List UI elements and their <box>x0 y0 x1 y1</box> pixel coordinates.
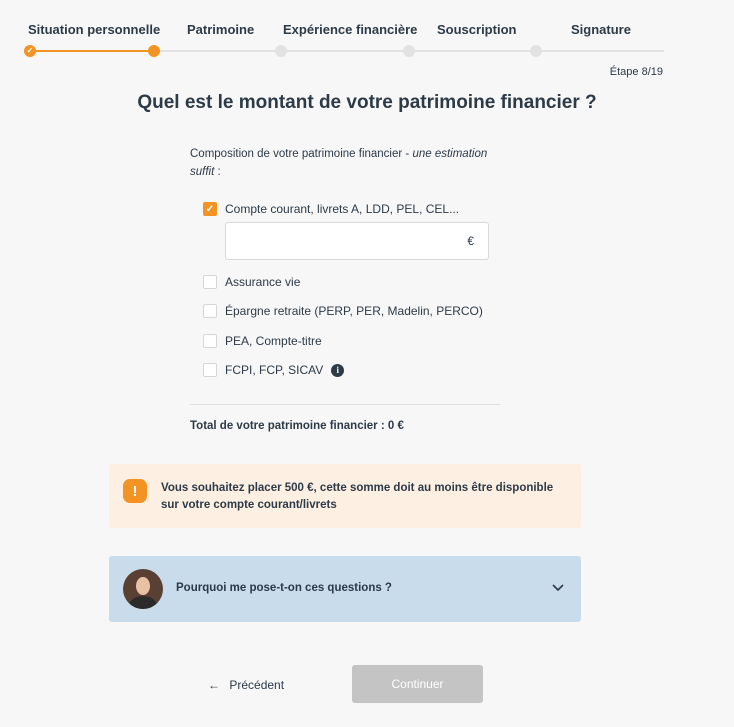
checkbox-compte-courant[interactable]: ✓ <box>203 202 217 216</box>
option-label: FCPI, FCP, SICAV <box>225 363 324 377</box>
step-dot-done-check-icon: ✓ <box>24 45 36 57</box>
step-dot-signature <box>530 45 542 57</box>
step-label-experience: Expérience financière <box>283 22 418 37</box>
faq-accordion[interactable]: Pourquoi me pose-t-on ces questions ? <box>109 556 581 622</box>
currency-symbol: € <box>467 234 474 248</box>
step-dot-experience <box>275 45 287 57</box>
arrow-left-icon: ← <box>208 678 220 692</box>
step-dot-current <box>148 45 160 57</box>
previous-label: Précédent <box>229 678 285 692</box>
option-assurance-vie[interactable]: Assurance vie <box>203 273 300 291</box>
progress-stepper: Situation personnelle Patrimoine Expérie… <box>0 0 734 90</box>
checkbox-fcpi[interactable] <box>203 363 217 377</box>
step-label-patrimoine: Patrimoine <box>187 22 255 37</box>
page-title: Quel est le montant de votre patrimoine … <box>137 92 597 113</box>
avatar-shirt <box>129 596 157 609</box>
option-pea[interactable]: PEA, Compte-titre <box>203 332 322 350</box>
step-label-situation: Situation personnelle <box>28 22 161 37</box>
intro-prefix: Composition de votre patrimoine financie… <box>190 148 413 160</box>
progress-track-done <box>30 50 154 52</box>
option-label: Assurance vie <box>225 275 301 289</box>
option-label: PEA, Compte-titre <box>225 334 322 348</box>
option-compte-courant[interactable]: ✓ Compte courant, livrets A, LDD, PEL, C… <box>203 200 459 218</box>
info-icon[interactable]: i <box>331 363 345 377</box>
option-label: Épargne retraite (PERP, PER, Madelin, PE… <box>225 304 483 318</box>
step-counter: Étape 8/19 <box>609 66 663 78</box>
divider <box>190 404 500 405</box>
checkbox-pea[interactable] <box>203 334 217 348</box>
warning-banner: ! Vous souhaitez placer 500 €, cette som… <box>109 464 581 528</box>
warning-text: Vous souhaitez placer 500 €, cette somme… <box>161 482 554 511</box>
option-fcpi[interactable]: FCPI, FCP, SICAV i <box>203 361 345 379</box>
option-label: Compte courant, livrets A, LDD, PEL, CEL… <box>225 202 460 216</box>
amount-input[interactable]: € <box>225 222 489 260</box>
previous-link[interactable]: ← Précédent <box>208 678 284 692</box>
chevron-down-icon[interactable] <box>551 580 565 594</box>
step-dot-souscription <box>403 45 415 57</box>
intro-suffix: : <box>214 166 221 178</box>
form-intro: Composition de votre patrimoine financie… <box>190 145 490 181</box>
continue-button[interactable]: Continuer <box>352 665 483 703</box>
warning-icon: ! <box>123 479 147 503</box>
faq-question: Pourquoi me pose-t-on ces questions ? <box>176 582 392 594</box>
avatar-face <box>136 577 150 595</box>
checkbox-epargne-retraite[interactable] <box>203 304 217 318</box>
option-epargne-retraite[interactable]: Épargne retraite (PERP, PER, Madelin, PE… <box>203 302 483 320</box>
total-label: Total de votre patrimoine financier : 0 … <box>190 420 404 432</box>
step-label-signature: Signature <box>571 22 631 37</box>
step-label-souscription: Souscription <box>437 22 517 37</box>
checkbox-assurance-vie[interactable] <box>203 275 217 289</box>
avatar <box>123 569 163 609</box>
